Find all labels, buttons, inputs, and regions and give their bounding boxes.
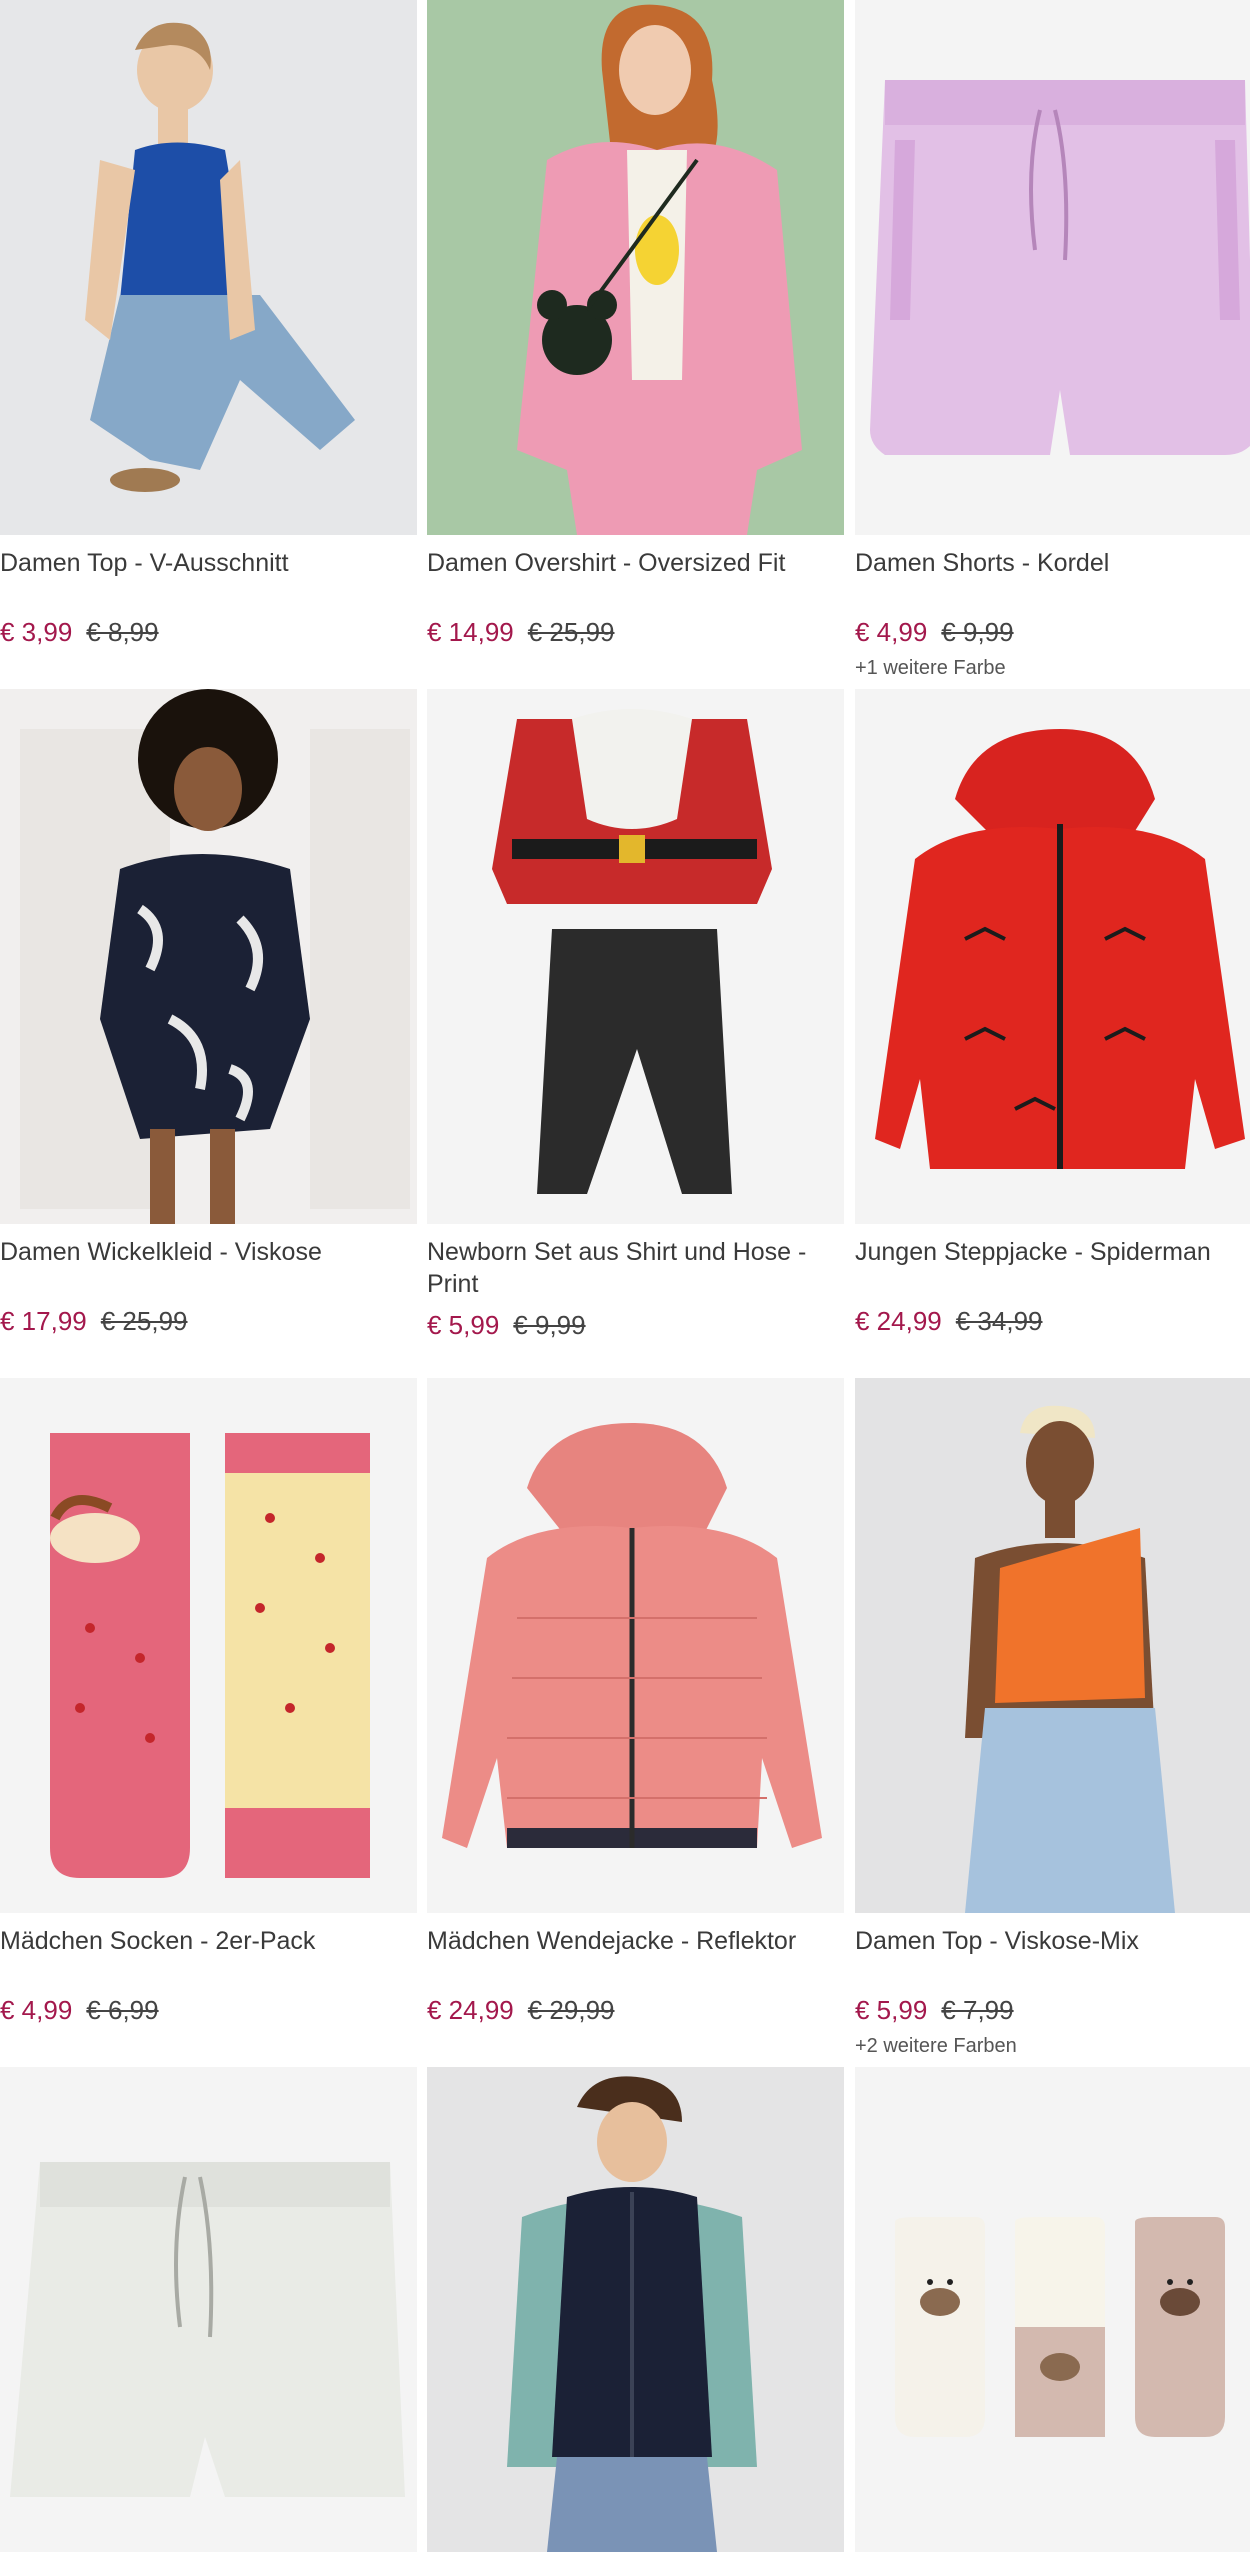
product-image[interactable] bbox=[855, 689, 1250, 1224]
original-price: € 8,99 bbox=[86, 617, 159, 647]
product-image[interactable] bbox=[427, 1378, 844, 1913]
original-price: € 34,99 bbox=[955, 1306, 1043, 1336]
original-price: € 25,99 bbox=[527, 617, 615, 647]
product-image[interactable] bbox=[0, 1378, 417, 1913]
product-image[interactable] bbox=[0, 2067, 417, 2552]
price-row: € 14,99 € 25,99 bbox=[427, 617, 615, 647]
product-image[interactable] bbox=[0, 0, 417, 535]
product-title[interactable]: Jungen Steppjacke - Spiderman bbox=[855, 1236, 1250, 1268]
product-title[interactable]: Mädchen Wendejacke - Reflektor bbox=[427, 1925, 844, 1957]
original-price: € 25,99 bbox=[100, 1306, 188, 1336]
sale-price: € 4,99 bbox=[855, 617, 928, 647]
sale-price: € 3,99 bbox=[0, 617, 73, 647]
sale-price: € 5,99 bbox=[427, 1310, 500, 1340]
original-price: € 9,99 bbox=[513, 1310, 586, 1340]
product-title[interactable]: Mädchen Socken - 2er-Pack bbox=[0, 1925, 417, 1957]
price-row: € 5,99 € 7,99 bbox=[855, 1995, 1014, 2025]
product-title[interactable]: Newborn Set aus Shirt und Hose - Print bbox=[427, 1236, 844, 1300]
price-row: € 3,99 € 8,99 bbox=[0, 617, 159, 647]
price-row: € 4,99 € 9,99 bbox=[855, 617, 1014, 647]
original-price: € 9,99 bbox=[941, 617, 1014, 647]
product-title[interactable]: Damen Overshirt - Oversized Fit bbox=[427, 547, 844, 579]
product-image[interactable] bbox=[427, 2067, 844, 2552]
product-image[interactable] bbox=[855, 1378, 1250, 1913]
price-row: € 24,99 € 34,99 bbox=[855, 1306, 1043, 1336]
more-colors-link[interactable]: +1 weitere Farbe bbox=[855, 656, 1006, 680]
sale-price: € 17,99 bbox=[0, 1306, 87, 1336]
product-image[interactable] bbox=[427, 689, 844, 1224]
product-image[interactable] bbox=[0, 689, 417, 1224]
price-row: € 24,99 € 29,99 bbox=[427, 1995, 615, 2025]
product-title[interactable]: Damen Top - Viskose-Mix bbox=[855, 1925, 1250, 1957]
sale-price: € 5,99 bbox=[855, 1995, 928, 2025]
sale-price: € 4,99 bbox=[0, 1995, 73, 2025]
product-title[interactable]: Damen Shorts - Kordel bbox=[855, 547, 1250, 579]
product-image[interactable] bbox=[427, 0, 844, 535]
sale-price: € 14,99 bbox=[427, 617, 514, 647]
product-title[interactable]: Damen Top - V-Ausschnitt bbox=[0, 547, 417, 579]
product-title[interactable]: Damen Wickelkleid - Viskose bbox=[0, 1236, 417, 1268]
price-row: € 17,99 € 25,99 bbox=[0, 1306, 188, 1336]
original-price: € 29,99 bbox=[527, 1995, 615, 2025]
original-price: € 6,99 bbox=[86, 1995, 159, 2025]
product-image[interactable] bbox=[855, 2067, 1250, 2552]
price-row: € 4,99 € 6,99 bbox=[0, 1995, 159, 2025]
sale-price: € 24,99 bbox=[427, 1995, 514, 2025]
price-row: € 5,99 € 9,99 bbox=[427, 1310, 586, 1340]
more-colors-link[interactable]: +2 weitere Farben bbox=[855, 2034, 1017, 2058]
sale-price: € 24,99 bbox=[855, 1306, 942, 1336]
product-image[interactable] bbox=[855, 0, 1250, 535]
original-price: € 7,99 bbox=[941, 1995, 1014, 2025]
